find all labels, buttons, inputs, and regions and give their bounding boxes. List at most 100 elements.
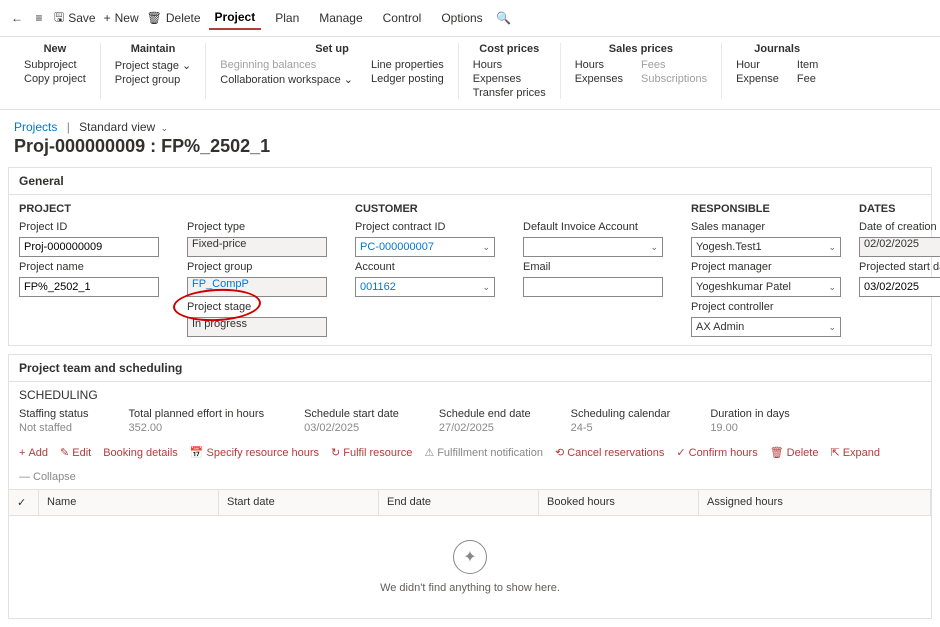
project-name-input[interactable] bbox=[19, 277, 159, 297]
ribbon-item[interactable]: Item bbox=[797, 59, 818, 71]
effort-value: 352.00 bbox=[129, 422, 265, 434]
collapse-button[interactable]: —Collapse bbox=[19, 471, 76, 483]
add-button[interactable]: +Add bbox=[19, 446, 48, 459]
specify-hours-button[interactable]: 📅Specify resource hours bbox=[190, 446, 319, 459]
ribbon-title-new: New bbox=[44, 43, 67, 55]
breadcrumb-view[interactable]: Standard view ⌄ bbox=[79, 120, 168, 134]
plus-icon: + bbox=[104, 11, 111, 25]
menu-icon[interactable]: ≡ bbox=[32, 11, 46, 25]
team-actions: +Add ✎Edit Booking details 📅Specify reso… bbox=[9, 440, 931, 489]
booking-button[interactable]: Booking details bbox=[103, 446, 178, 459]
ribbon-cost-hours[interactable]: Hours bbox=[473, 59, 546, 71]
section-team: Project team and scheduling SCHEDULING S… bbox=[8, 354, 932, 619]
check-icon: ✓ bbox=[17, 497, 26, 509]
ribbon-hour[interactable]: Hour bbox=[736, 59, 779, 71]
ribbon-group-cost: Cost prices Hours Expenses Transfer pric… bbox=[459, 43, 561, 99]
ribbon-group-sales: Sales prices Hours Expenses Fees Subscri… bbox=[561, 43, 722, 99]
project-group-input[interactable]: FP_CompP bbox=[187, 277, 327, 297]
notification-button[interactable]: ⚠Fulfillment notification bbox=[424, 446, 543, 459]
project-controller-select[interactable]: AX Admin⌄ bbox=[691, 317, 841, 337]
project-id-input[interactable] bbox=[19, 237, 159, 257]
edit-button[interactable]: ✎Edit bbox=[60, 446, 91, 459]
back-icon[interactable]: ← bbox=[10, 11, 24, 25]
ribbon-title-setup: Set up bbox=[315, 43, 349, 55]
tab-project[interactable]: Project bbox=[209, 6, 262, 30]
sched-cal-value: 24-5 bbox=[571, 422, 671, 434]
projected-start-label: Projected start date bbox=[859, 261, 940, 273]
check-icon: ✓ bbox=[676, 446, 685, 459]
ribbon-cost-expenses[interactable]: Expenses bbox=[473, 73, 546, 85]
col-customer: CUSTOMER Project contract ID PC-00000000… bbox=[355, 203, 495, 337]
account-label: Account bbox=[355, 261, 495, 273]
default-invoice-select[interactable]: ⌄ bbox=[523, 237, 663, 257]
ribbon-sales-fees[interactable]: Fees bbox=[641, 59, 707, 71]
email-label: Email bbox=[523, 261, 663, 273]
th-start[interactable]: Start date bbox=[219, 490, 379, 515]
ribbon-sales-expenses[interactable]: Expenses bbox=[575, 73, 623, 85]
chevron-down-icon: ⌄ bbox=[482, 242, 490, 253]
project-stage-label: Project stage bbox=[187, 301, 327, 313]
calendar-icon: 📅 bbox=[190, 446, 204, 459]
new-button[interactable]: +New bbox=[104, 11, 139, 25]
plus-icon: + bbox=[19, 447, 25, 459]
default-invoice-label: Default Invoice Account bbox=[523, 221, 663, 233]
chevron-down-icon: ⌄ bbox=[482, 282, 490, 293]
save-button[interactable]: 🖫Save bbox=[54, 8, 96, 29]
confirm-hours-button[interactable]: ✓Confirm hours bbox=[676, 446, 757, 459]
effort-label: Total planned effort in hours bbox=[129, 408, 265, 420]
tab-manage[interactable]: Manage bbox=[313, 7, 368, 29]
project-stage-input: In progress bbox=[187, 317, 327, 337]
account-select[interactable]: 001162⌄ bbox=[355, 277, 495, 297]
duration-value: 19.00 bbox=[710, 422, 790, 434]
section-general-header[interactable]: General bbox=[9, 168, 931, 195]
team-delete-button[interactable]: 🗑Delete bbox=[770, 446, 819, 459]
col-invoice: . Default Invoice Account ⌄ Email bbox=[523, 203, 663, 337]
ribbon-project-group[interactable]: Project group bbox=[115, 74, 191, 86]
ribbon-project-stage[interactable]: Project stage ⌄ bbox=[115, 59, 191, 72]
pencil-icon: ✎ bbox=[60, 446, 69, 459]
ribbon-collab-workspace[interactable]: Collaboration workspace ⌄ bbox=[220, 73, 353, 86]
email-input[interactable] bbox=[523, 277, 663, 297]
ribbon-fee[interactable]: Fee bbox=[797, 73, 818, 85]
project-manager-select[interactable]: Yogeshkumar Patel⌄ bbox=[691, 277, 841, 297]
ribbon-sales-subscriptions[interactable]: Subscriptions bbox=[641, 73, 707, 85]
th-check[interactable]: ✓ bbox=[9, 490, 39, 515]
breadcrumb-root[interactable]: Projects bbox=[14, 120, 57, 134]
tab-options[interactable]: Options bbox=[435, 7, 488, 29]
search-icon[interactable]: 🔍 bbox=[497, 11, 511, 25]
ribbon-transfer-prices[interactable]: Transfer prices bbox=[473, 87, 546, 99]
cancel-reservations-button[interactable]: ⟲Cancel reservations bbox=[555, 446, 664, 459]
expand-button[interactable]: ⇱Expand bbox=[830, 446, 880, 459]
th-booked[interactable]: Booked hours bbox=[539, 490, 699, 515]
ribbon-sales-hours[interactable]: Hours bbox=[575, 59, 623, 71]
clock-icon: ⟲ bbox=[555, 446, 564, 459]
save-icon: 🖫 bbox=[54, 8, 64, 29]
th-name[interactable]: Name bbox=[39, 490, 219, 515]
col-project-1: PROJECT Project ID Project name bbox=[19, 203, 159, 337]
tab-control[interactable]: Control bbox=[377, 7, 428, 29]
project-id-label: Project ID bbox=[19, 221, 159, 233]
delete-button[interactable]: 🗑Delete bbox=[147, 11, 201, 25]
fulfil-button[interactable]: ↻Fulfil resource bbox=[331, 446, 412, 459]
duration-label: Duration in days bbox=[710, 408, 790, 420]
breadcrumb-sep: | bbox=[67, 120, 70, 134]
tab-plan[interactable]: Plan bbox=[269, 7, 305, 29]
ribbon-expense[interactable]: Expense bbox=[736, 73, 779, 85]
ribbon-beginning-balances[interactable]: Beginning balances bbox=[220, 59, 353, 71]
contract-select[interactable]: PC-000000007⌄ bbox=[355, 237, 495, 257]
sched-end-label: Schedule end date bbox=[439, 408, 531, 420]
dates-hd: DATES bbox=[859, 203, 940, 215]
projected-start-input[interactable] bbox=[859, 277, 940, 297]
empty-text: We didn't find anything to show here. bbox=[33, 582, 907, 594]
th-assigned[interactable]: Assigned hours bbox=[699, 490, 931, 515]
ribbon-subproject[interactable]: Subproject bbox=[24, 59, 86, 71]
ribbon-line-properties[interactable]: Line properties bbox=[371, 59, 444, 71]
th-end[interactable]: End date bbox=[379, 490, 539, 515]
chevron-down-icon: ⌄ bbox=[828, 242, 836, 253]
project-name-label: Project name bbox=[19, 261, 159, 273]
ribbon-copy-project[interactable]: Copy project bbox=[24, 73, 86, 85]
warning-icon: ⚠ bbox=[424, 446, 434, 459]
section-team-header[interactable]: Project team and scheduling bbox=[9, 355, 931, 382]
ribbon-ledger-posting[interactable]: Ledger posting bbox=[371, 73, 444, 85]
sales-manager-select[interactable]: Yogesh.Test1⌄ bbox=[691, 237, 841, 257]
